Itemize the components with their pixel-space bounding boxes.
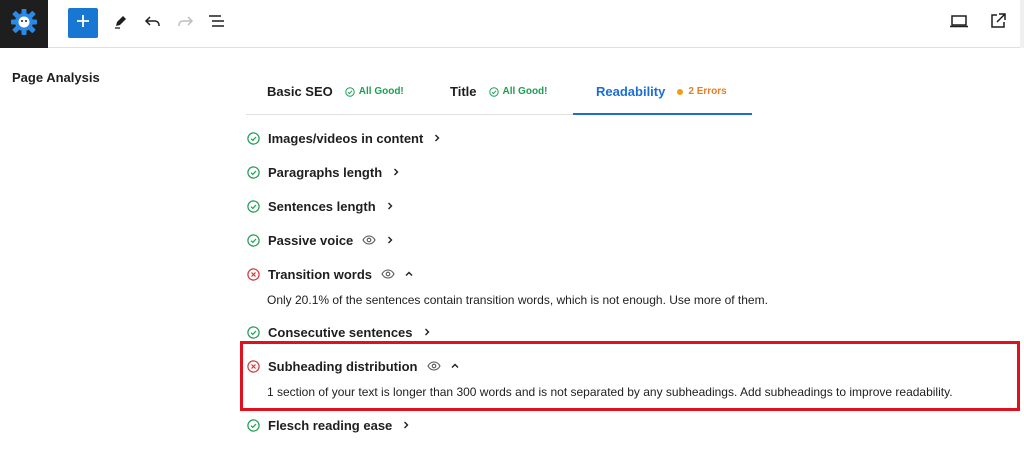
check-item-flesch-reading-ease[interactable]: Flesch reading ease <box>247 415 411 435</box>
undo-icon <box>144 13 162 34</box>
active-tab-indicator <box>573 113 752 115</box>
chevron-right-icon[interactable] <box>401 420 411 430</box>
check-label: Sentences length <box>268 198 376 214</box>
check-item-subheading-distribution[interactable]: Subheading distribution <box>247 356 460 376</box>
check-label: Transition words <box>268 266 373 282</box>
chevron-up-icon[interactable] <box>404 269 414 279</box>
tab-status-badge: All Good! <box>488 86 548 97</box>
document-outline-button[interactable] <box>202 8 232 38</box>
plus-icon <box>76 14 90 33</box>
tab-label: Readability <box>596 84 666 99</box>
check-item-paragraphs-length[interactable]: Paragraphs length <box>247 162 401 182</box>
check-label: Paragraphs length <box>268 164 383 180</box>
edit-tool-button[interactable] <box>106 8 136 38</box>
check-item-transition-words[interactable]: Transition words <box>247 264 414 284</box>
check-circle-icon <box>247 199 260 213</box>
check-item-passive-voice[interactable]: Passive voice <box>247 230 395 250</box>
eye-icon[interactable] <box>381 269 395 279</box>
check-label: Images/videos in content <box>268 130 424 146</box>
check-circle-icon <box>345 86 355 97</box>
desktop-icon <box>950 14 968 33</box>
list-view-icon <box>208 14 226 33</box>
check-item-images-videos[interactable]: Images/videos in content <box>247 128 442 148</box>
error-dot-icon <box>677 88 684 95</box>
check-circle-icon <box>247 165 260 179</box>
redo-button[interactable] <box>170 8 200 38</box>
check-description: Only 20.1% of the sentences contain tran… <box>267 293 768 307</box>
check-circle-icon <box>247 325 260 339</box>
check-circle-icon <box>247 131 260 145</box>
external-link-icon <box>990 12 1006 34</box>
tab-label: Title <box>450 84 477 99</box>
redo-icon <box>176 13 194 34</box>
tab-status-badge: 2 Errors <box>677 86 727 97</box>
check-item-sentences-length[interactable]: Sentences length <box>247 196 395 216</box>
tab-status-text: All Good! <box>502 86 548 97</box>
error-circle-icon <box>247 359 260 373</box>
chevron-up-icon[interactable] <box>450 361 460 371</box>
panel-title: Page Analysis <box>12 70 100 85</box>
eye-icon[interactable] <box>426 361 441 371</box>
check-label: Subheading distribution <box>268 358 418 374</box>
eye-icon[interactable] <box>362 235 376 245</box>
tab-title[interactable]: Title All Good! <box>450 68 548 115</box>
check-circle-icon <box>247 418 260 432</box>
check-label: Flesch reading ease <box>268 417 393 433</box>
error-circle-icon <box>247 267 260 281</box>
view-post-button[interactable] <box>983 8 1013 38</box>
site-logo[interactable] <box>0 0 48 48</box>
tab-status-text: 2 Errors <box>688 86 727 97</box>
top-toolbar <box>0 0 1024 48</box>
tab-label: Basic SEO <box>267 84 333 99</box>
tab-status-badge: All Good! <box>345 86 404 97</box>
chevron-right-icon[interactable] <box>391 167 401 177</box>
chevron-right-icon[interactable] <box>422 327 432 337</box>
chevron-right-icon[interactable] <box>385 235 395 245</box>
tab-readability[interactable]: Readability 2 Errors <box>596 68 727 115</box>
analysis-tabs: Basic SEO All Good! Title All Good! Read… <box>246 68 752 115</box>
check-circle-icon <box>488 86 499 97</box>
chevron-right-icon[interactable] <box>432 133 442 143</box>
tab-status-text: All Good! <box>358 86 404 97</box>
check-description: 1 section of your text is longer than 30… <box>267 385 953 399</box>
check-circle-icon <box>247 233 260 247</box>
add-block-button[interactable] <box>68 8 98 38</box>
tab-basic-seo[interactable]: Basic SEO All Good! <box>267 68 404 115</box>
gear-logo-icon <box>9 7 39 42</box>
check-label: Passive voice <box>268 232 354 248</box>
chevron-right-icon[interactable] <box>385 201 395 211</box>
check-label: Consecutive sentences <box>268 324 413 340</box>
undo-button[interactable] <box>138 8 168 38</box>
scrollbar-track <box>1020 0 1024 48</box>
check-item-consecutive-sentences[interactable]: Consecutive sentences <box>247 322 432 342</box>
preview-button[interactable] <box>944 8 974 38</box>
pencil-icon <box>113 13 129 34</box>
highlight-box <box>240 341 1020 411</box>
